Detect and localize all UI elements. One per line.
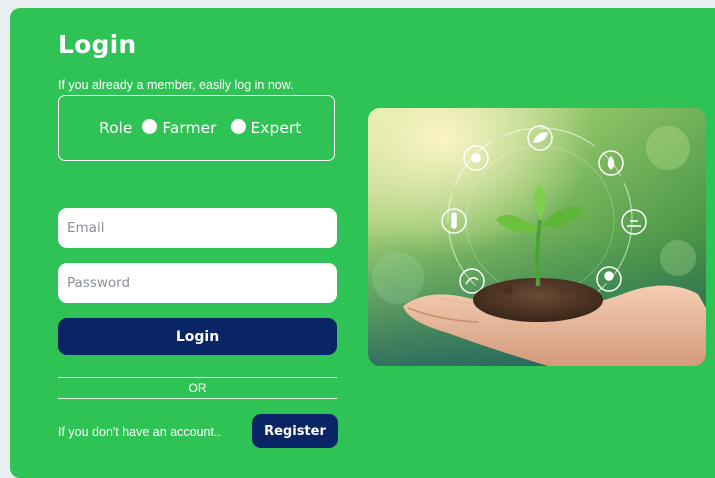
role-label: Role [99,119,133,137]
page-title: Login [58,30,137,59]
role-selector: Role Farmer Expert [58,95,335,161]
farmer-label: Farmer [162,119,217,137]
no-account-text: If you don't have an account.. [58,425,221,439]
divider-or-text: OR [188,381,207,395]
plant-in-hand-illustration [368,108,706,366]
divider-top [58,377,337,378]
expert-radio[interactable] [230,118,246,134]
expert-label: Expert [250,119,302,137]
hero-image [368,108,706,366]
password-field[interactable] [58,263,337,303]
email-field[interactable] [58,208,337,248]
register-button[interactable]: Register [252,414,338,448]
divider-bottom [58,398,337,399]
login-subtitle: If you already a member, easily log in n… [58,78,294,92]
login-button[interactable]: Login [58,318,337,355]
farmer-radio[interactable] [142,118,158,134]
role-option-farmer[interactable]: Farmer [142,118,217,137]
role-row: Role Farmer Expert [99,118,315,137]
role-option-expert[interactable]: Expert [230,118,302,137]
